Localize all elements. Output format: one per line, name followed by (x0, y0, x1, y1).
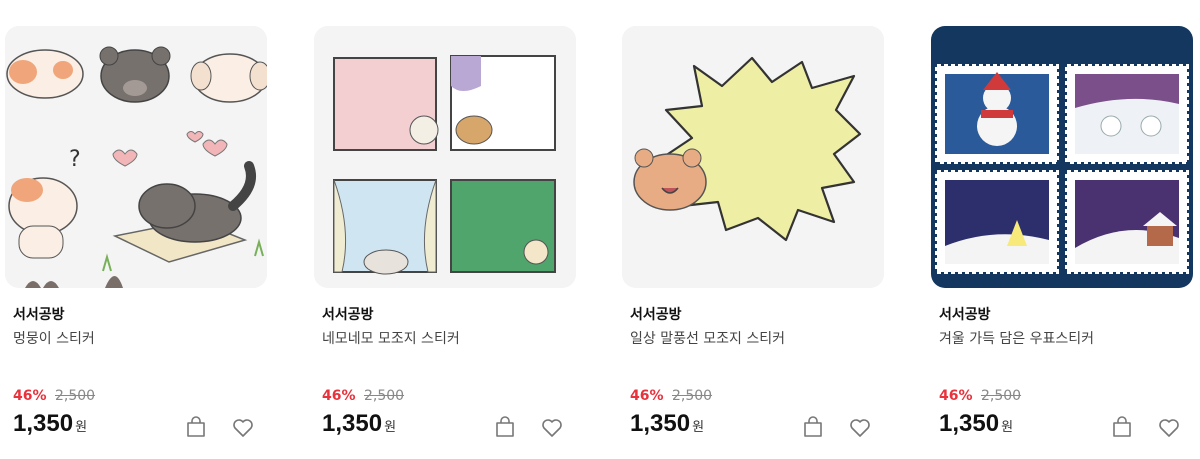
heart-icon[interactable] (1156, 414, 1182, 440)
currency-unit: 원 (384, 419, 397, 434)
sale-price-value: 1,350 (630, 410, 691, 437)
discount-rate: 46% (630, 388, 664, 404)
currency-unit: 원 (692, 419, 705, 434)
sale-price: 1,350 원 (13, 410, 87, 438)
memo-sticker-image (314, 26, 576, 288)
product-thumbnail[interactable] (622, 26, 884, 288)
sale-price: 1,350 원 (322, 410, 396, 438)
product-thumbnail[interactable] (931, 26, 1193, 288)
price-row: 46% 2,500 (322, 388, 404, 404)
sale-price-value: 1,350 (939, 410, 1000, 437)
winter-stamp-sticker-image (931, 26, 1193, 288)
sale-price: 1,350 원 (630, 410, 704, 438)
product-card[interactable]: 서서공방 일상 말풍선 모조지 스티커 46% 2,500 1,350 원 (622, 26, 884, 446)
product-card[interactable]: ? 서서공방 멍뭉이 스티커 46% 2,500 1,350 원 (5, 26, 267, 446)
discount-rate: 46% (939, 388, 973, 404)
sale-price-value: 1,350 (13, 410, 74, 437)
product-card[interactable]: 서서공방 겨울 가득 담은 우표스티커 46% 2,500 1,350 원 (931, 26, 1193, 446)
svg-text:?: ? (69, 147, 81, 172)
shopping-bag-icon[interactable] (183, 414, 209, 440)
currency-unit: 원 (75, 419, 88, 434)
sale-price-value: 1,350 (322, 410, 383, 437)
shop-name[interactable]: 서서공방 (13, 304, 65, 324)
product-title[interactable]: 겨울 가득 담은 우표스티커 (939, 328, 1094, 348)
original-price: 2,500 (363, 388, 405, 404)
discount-rate: 46% (13, 388, 47, 404)
original-price: 2,500 (54, 388, 96, 404)
shopping-bag-icon[interactable] (800, 414, 826, 440)
product-title[interactable]: 멍뭉이 스티커 (13, 328, 95, 348)
shopping-bag-icon[interactable] (1109, 414, 1135, 440)
shop-name[interactable]: 서서공방 (322, 304, 374, 324)
currency-unit: 원 (1001, 419, 1014, 434)
shop-name[interactable]: 서서공방 (939, 304, 991, 324)
price-row: 46% 2,500 (939, 388, 1021, 404)
heart-icon[interactable] (230, 414, 256, 440)
heart-icon[interactable] (847, 414, 873, 440)
product-title[interactable]: 일상 말풍선 모조지 스티커 (630, 328, 785, 348)
shopping-bag-icon[interactable] (492, 414, 518, 440)
discount-rate: 46% (322, 388, 356, 404)
product-grid: ? 서서공방 멍뭉이 스티커 46% 2,500 1,350 원 서서공방 네모… (0, 0, 1200, 459)
puppy-sticker-image: ? (5, 26, 267, 288)
shop-name[interactable]: 서서공방 (630, 304, 682, 324)
heart-icon[interactable] (539, 414, 565, 440)
original-price: 2,500 (980, 388, 1022, 404)
product-thumbnail[interactable]: ? (5, 26, 267, 288)
speech-bubble-sticker-image (622, 26, 884, 288)
original-price: 2,500 (671, 388, 713, 404)
sale-price: 1,350 원 (939, 410, 1013, 438)
price-row: 46% 2,500 (630, 388, 712, 404)
price-row: 46% 2,500 (13, 388, 95, 404)
product-card[interactable]: 서서공방 네모네모 모조지 스티커 46% 2,500 1,350 원 (314, 26, 576, 446)
product-thumbnail[interactable] (314, 26, 576, 288)
product-title[interactable]: 네모네모 모조지 스티커 (322, 328, 460, 348)
